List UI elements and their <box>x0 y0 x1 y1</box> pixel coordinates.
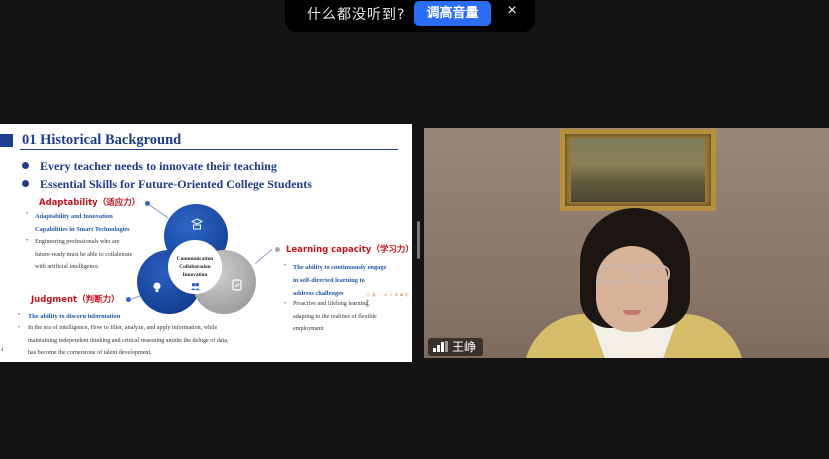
participant-name: 王峥 <box>452 340 477 354</box>
signal-bar <box>437 345 440 352</box>
participant-face <box>596 246 668 332</box>
lightbulb-icon <box>153 282 161 292</box>
volume-hint-banner: 什么都没听到? 调高音量 × <box>285 0 535 32</box>
text-line: Engineering professionals who are <box>35 239 120 245</box>
venn-center-text: Communication Collaboration Innovation <box>168 255 222 279</box>
participant-video-tile[interactable]: 王峥 <box>424 128 829 358</box>
bullet-icon: • <box>284 263 287 269</box>
signal-bar <box>441 342 444 352</box>
glasses-lens <box>598 265 632 283</box>
slide-bullet-text: Every teacher needs to innovate their te… <box>40 159 277 173</box>
text-line: adapting to the realities of flexible <box>293 313 377 320</box>
document-icon <box>232 279 242 291</box>
adaptability-heading: Adaptability（适应力） <box>39 198 141 208</box>
learning-body: Proactive and lifelong learning, adaptin… <box>293 298 377 336</box>
painting-canvas <box>571 138 705 202</box>
text-line: has become the cornerstone of talent dev… <box>28 350 152 356</box>
raise-volume-button[interactable]: 调高音量 <box>414 1 491 26</box>
judgment-body: In the era of intelligence, How to filte… <box>28 322 229 360</box>
wall-painting <box>560 129 716 211</box>
text-line: maintaining independent thinking and cri… <box>28 337 229 344</box>
panel-resize-handle[interactable] <box>417 221 420 259</box>
venn-label: Innovation <box>182 272 208 278</box>
participant-glasses <box>592 265 674 283</box>
learning-heading: Learning capacity（学习力） <box>286 245 412 255</box>
text-line: Adaptability and Innovation <box>35 213 113 220</box>
slide-bullet: Every teacher needs to innovate their te… <box>22 159 277 174</box>
text-line: with artificial intelligence. <box>35 264 100 270</box>
connector-dot <box>275 247 280 252</box>
adaptability-subheading: Adaptability and Innovation Capabilities… <box>35 210 130 236</box>
text-line: future-ready must be able to collaborate <box>35 251 133 258</box>
signal-bar <box>433 348 436 352</box>
text-line: The ability to continuously engage <box>293 264 387 271</box>
graduate-icon <box>191 218 203 230</box>
bullet-icon: • <box>26 238 29 244</box>
slide-bullet: Essential Skills for Future-Oriented Col… <box>22 177 312 192</box>
venn-label: Communication <box>176 256 214 262</box>
bullet-icon: • <box>284 301 287 307</box>
slide-page-number: 4 <box>1 348 4 353</box>
signal-strength-icon <box>433 341 448 352</box>
volume-hint-text: 什么都没听到? <box>307 7 406 23</box>
glasses-lens <box>636 265 670 283</box>
text-line: in self-directed learning to <box>293 277 365 284</box>
participant-mouth <box>623 310 641 315</box>
skills-venn-diagram: Communication Collaboration Innovation <box>134 204 260 324</box>
text-line: In the era of intelligence, How to filte… <box>28 325 218 331</box>
slide-title: 01 Historical Background <box>22 132 182 148</box>
venn-label: Collaboration <box>179 264 211 270</box>
shared-slide: 01 Historical Background Every teacher n… <box>0 124 412 362</box>
bullet-icon: • <box>18 312 21 318</box>
title-divider <box>20 149 398 150</box>
bullet-dot-icon <box>22 162 29 169</box>
title-marker <box>0 134 13 147</box>
bullet-icon: • <box>26 211 29 217</box>
text-line: Capabilities in Smart Technologies <box>35 226 130 233</box>
close-icon[interactable]: × <box>503 2 521 20</box>
bullet-dot-icon <box>22 180 29 187</box>
team-icon <box>190 282 201 291</box>
adaptability-body: Engineering professionals who are future… <box>35 236 132 274</box>
signal-bar <box>445 341 448 352</box>
judgment-heading: Judgment（判断力） <box>31 295 120 305</box>
slide-bullet-text: Essential Skills for Future-Oriented Col… <box>40 177 312 191</box>
text-line: Proactive and lifelong learning, <box>293 301 370 307</box>
bullet-icon: • <box>18 325 21 331</box>
participant-name-tag: 王峥 <box>428 338 484 356</box>
text-line: employment <box>293 326 324 332</box>
